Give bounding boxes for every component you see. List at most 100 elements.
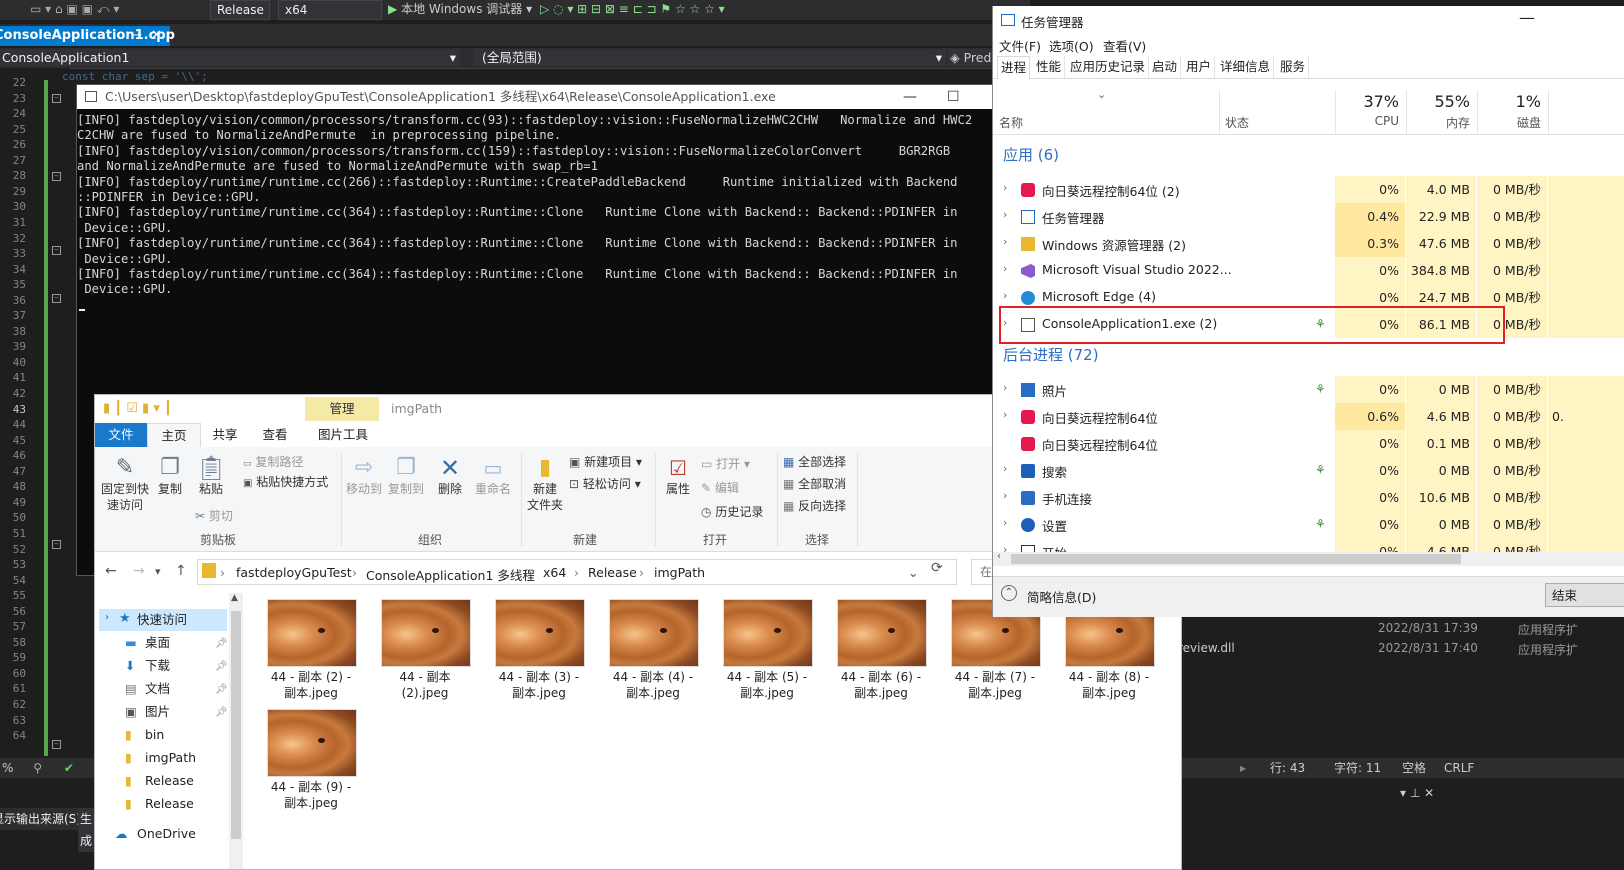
toolbar-icons-right[interactable]: ▷ ◌ ▾ ⊞ ⊟ ⊠ ≡ ⊏ ⊐ ⚑ ☆ ☆ ☆ ▾: [540, 0, 725, 18]
invert-selection-button[interactable]: ▦ 反向选择: [783, 497, 846, 515]
new-folder-button[interactable]: ▮ 新建 文件夹: [525, 455, 565, 513]
col-name[interactable]: 名称: [999, 114, 1023, 131]
edit-button[interactable]: ✎ 编辑: [701, 479, 739, 497]
file-item[interactable]: 44 - 副本 (2).jpeg: [381, 599, 481, 707]
pin-icon[interactable]: ⇾: [131, 26, 142, 46]
breadcrumb-separator[interactable]: ›: [528, 565, 533, 580]
end-task-button[interactable]: 结束: [1545, 583, 1624, 607]
refresh-icon[interactable]: ⟳: [931, 560, 943, 576]
expand-icon[interactable]: ›: [105, 612, 109, 623]
tab-startup[interactable]: 启动: [1149, 56, 1182, 78]
nav-item-folder[interactable]: Release: [145, 793, 194, 815]
nav-item-folder[interactable]: Release: [145, 770, 194, 792]
tab-performance[interactable]: 性能: [1033, 56, 1066, 78]
fold-icon[interactable]: −: [52, 246, 61, 255]
col-status[interactable]: 状态: [1225, 114, 1249, 131]
breadcrumb[interactable]: fastdeployGpuTest: [236, 565, 352, 580]
file-item[interactable]: 44 - 副本 (2) - 副本.jpeg: [267, 599, 367, 707]
nav-item-folder[interactable]: bin: [145, 724, 164, 746]
tab-file[interactable]: 文件: [95, 423, 147, 447]
close-icon[interactable]: ✕: [151, 26, 162, 46]
menu-view[interactable]: 查看(V): [1103, 36, 1146, 55]
col-memory[interactable]: 内存: [1406, 114, 1470, 131]
fold-icon[interactable]: −: [52, 172, 61, 181]
breadcrumb-separator[interactable]: ›: [639, 565, 644, 580]
delete-button[interactable]: ✕ 删除: [435, 455, 465, 497]
apps-section-header[interactable]: 应用 (6): [1003, 144, 1059, 165]
chevron-down-icon[interactable]: ⌄: [908, 565, 918, 580]
file-item[interactable]: 44 - 副本 (3) - 副本.jpeg: [495, 599, 595, 707]
breadcrumb[interactable]: imgPath: [654, 565, 705, 580]
select-all-button[interactable]: ▦ 全部选择: [783, 453, 846, 471]
process-row[interactable]: › 向日葵远程控制64位 (2) 0% 4.0 MB 0 MB/秒: [993, 176, 1624, 203]
nav-scrollbar[interactable]: ▲: [229, 593, 243, 869]
up-button[interactable]: ↑: [175, 563, 187, 579]
start-debug-button[interactable]: ▶ 本地 Windows 调试器 ▾: [388, 0, 532, 18]
tab-home[interactable]: 主页: [147, 423, 201, 448]
pin-icon[interactable]: 📌︎: [215, 661, 228, 672]
nav-item-pictures[interactable]: 图片: [145, 701, 170, 723]
process-row[interactable]: › Windows 资源管理器 (2) 0.3% 47.6 MB 0 MB/秒: [993, 230, 1624, 257]
disk-total[interactable]: 1%: [1477, 92, 1541, 111]
file-item[interactable]: 44 - 副本 (6) - 副本.jpeg: [837, 599, 937, 707]
easy-access-button[interactable]: ⊡ 轻松访问 ▾: [569, 475, 641, 493]
editor-tab[interactable]: ConsoleApplication1.cpp ⇾ ✕: [0, 26, 175, 46]
copy-button[interactable]: ❐ 复制: [155, 455, 185, 497]
col-disk[interactable]: 磁盘: [1477, 114, 1541, 131]
zoom-level[interactable]: %: [2, 761, 13, 775]
file-item[interactable]: 44 - 副本 (5) - 副本.jpeg: [723, 599, 823, 707]
nav-item-documents[interactable]: 文档: [145, 678, 170, 700]
console-title-bar[interactable]: C:\Users\user\Desktop\fastdeployGpuTest\…: [77, 85, 993, 109]
scope-dropdown[interactable]: (全局范围) ▾: [474, 49, 946, 66]
col-cpu[interactable]: CPU: [1335, 114, 1399, 128]
fold-icon[interactable]: −: [52, 540, 61, 549]
tab-services[interactable]: 服务: [1277, 56, 1310, 78]
properties-button[interactable]: ☑ 属性: [661, 455, 695, 497]
maximize-button[interactable]: ☐: [947, 85, 960, 109]
expand-icon[interactable]: ›: [1003, 408, 1007, 421]
process-row[interactable]: › 开始 0%4.6 MB0 MB/秒: [993, 538, 1624, 552]
tab-app-history[interactable]: 应用历史记录: [1067, 56, 1150, 78]
cut-button[interactable]: ✂ 剪切: [195, 507, 233, 525]
breadcrumb-separator[interactable]: ›: [352, 565, 357, 580]
col-separator[interactable]: [1219, 90, 1220, 134]
select-none-button[interactable]: ▦ 全部取消: [783, 475, 846, 493]
breadcrumb-separator[interactable]: ›: [220, 565, 225, 580]
tab-picture-tools[interactable]: 图片工具: [307, 423, 379, 447]
scroll-up-icon[interactable]: ▲: [231, 593, 238, 603]
tab-view[interactable]: 查看: [253, 423, 297, 447]
open-button[interactable]: ▭ 打开 ▾: [701, 455, 750, 473]
nav-item-downloads[interactable]: 下载: [145, 655, 170, 677]
address-bar[interactable]: › fastdeployGpuTest › ConsoleApplication…: [197, 559, 957, 585]
config-dropdown[interactable]: Release ▾: [210, 0, 270, 35]
back-button[interactable]: ←: [105, 563, 117, 579]
status-space[interactable]: 空格: [1402, 758, 1426, 778]
history-button[interactable]: ◷ 历史记录: [701, 503, 763, 521]
pin-quick-access-button[interactable]: ✎ 固定到快 速访问: [101, 455, 149, 513]
task-manager-title-bar[interactable]: 任务管理器 —: [993, 6, 1624, 34]
quick-access-toolbar-icons[interactable]: ▮ ┃ ☑ ▮ ▾ ┃: [103, 401, 172, 416]
memory-total[interactable]: 55%: [1406, 92, 1470, 111]
pin-icon[interactable]: 📌︎: [215, 684, 228, 695]
tab-share[interactable]: 共享: [203, 423, 247, 447]
horizontal-scrollbar-thumb[interactable]: [1011, 554, 1461, 564]
nav-item-desktop[interactable]: 桌面: [145, 632, 170, 654]
copy-to-button[interactable]: ❐ 复制到: [387, 455, 425, 497]
nav-scrollbar-thumb[interactable]: [231, 611, 241, 839]
breadcrumb[interactable]: Release: [588, 565, 637, 580]
menu-file[interactable]: 文件(F): [999, 36, 1041, 55]
copy-path-button[interactable]: ▭ 复制路径: [243, 453, 303, 473]
cpu-total[interactable]: 37%: [1335, 92, 1399, 111]
process-row[interactable]: › 任务管理器 0.4% 22.9 MB 0 MB/秒: [993, 203, 1624, 230]
status-line[interactable]: 行: 43: [1270, 758, 1305, 778]
task-manager-window[interactable]: 任务管理器 — 文件(F) 选项(O) 查看(V) 进程 性能 应用历史记录 启…: [992, 6, 1624, 617]
background-section-header[interactable]: 后台进程 (72): [1003, 344, 1099, 365]
panel-controls[interactable]: ▾ ⊥ ✕: [1400, 786, 1434, 800]
toolbar-icons[interactable]: ▭ ▾ ⌂ ▣ ▣ ⤺ ▾: [30, 0, 119, 18]
process-row[interactable]: › 设置 ⚘ 0% 0 MB 0 MB/秒: [993, 511, 1624, 538]
status-eol[interactable]: CRLF: [1444, 758, 1474, 778]
breadcrumb[interactable]: x64: [543, 565, 566, 580]
tab-processes[interactable]: 进程: [997, 56, 1031, 80]
scroll-left-icon[interactable]: ▸: [1240, 758, 1246, 778]
process-row[interactable]: › Microsoft Visual Studio 2022... 0% 384.8 …: [993, 257, 1624, 284]
